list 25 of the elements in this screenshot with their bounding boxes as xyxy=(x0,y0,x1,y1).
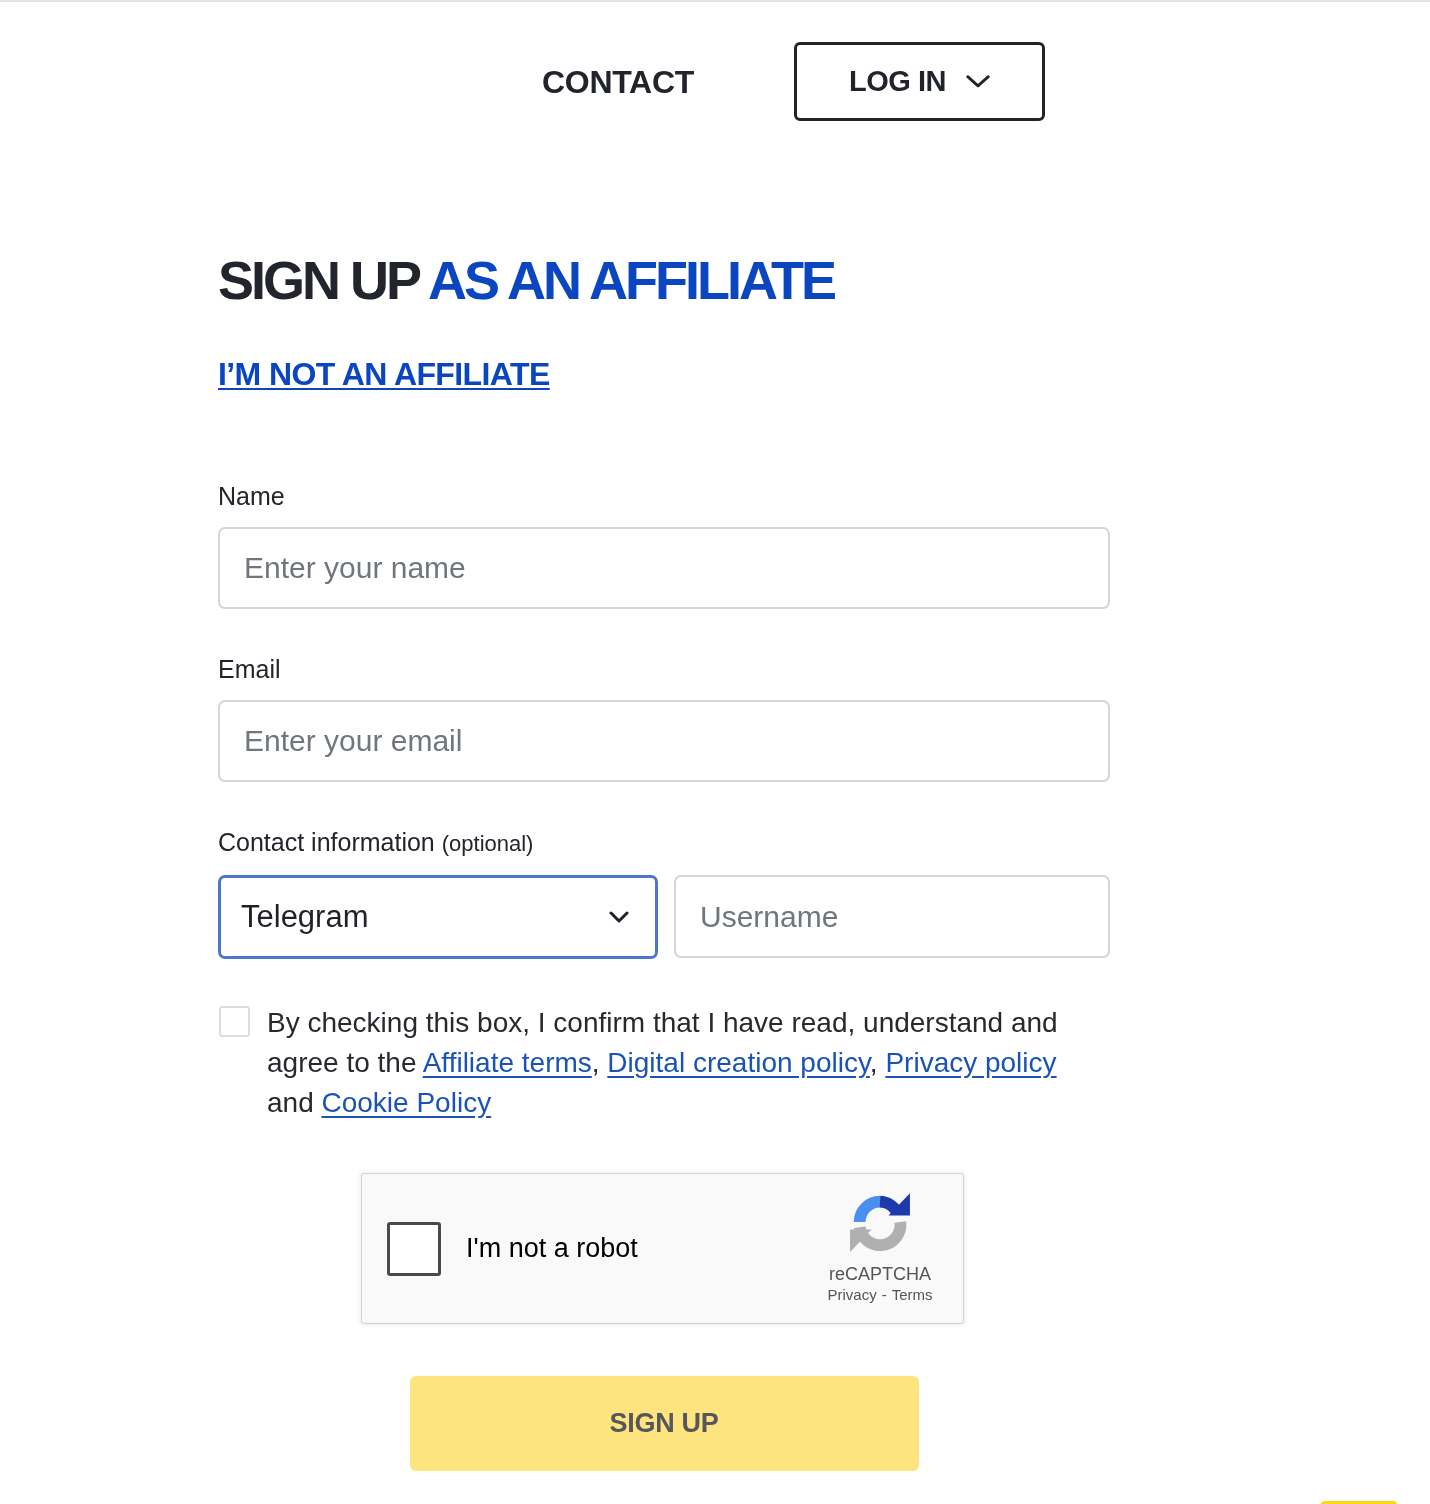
nav-link[interactable]: CONTACT xyxy=(542,62,694,101)
consent-text: By checking this box, I confirm that I have read, understand and agree to the Affiliate terms, Digital creation policy, Privacy policy and Cookie Policy xyxy=(267,1006,1059,1120)
policy-link[interactable]: Affiliate terms xyxy=(422,1047,592,1078)
input-field[interactable]: Enter your name xyxy=(218,527,1110,609)
policy-link[interactable]: Cookie Policy xyxy=(321,1087,492,1118)
username-field[interactable]: Username xyxy=(674,875,1110,958)
page-heading: SIGN UP AS AN AFFILIATE xyxy=(218,250,835,310)
messenger-select[interactable]: Telegram xyxy=(218,875,658,959)
field-label: Email xyxy=(218,654,281,684)
input-field[interactable]: Enter your email xyxy=(218,700,1110,782)
chevron-down-icon xyxy=(965,75,990,88)
captcha-label: I'm not a robot xyxy=(466,1233,638,1264)
consent-checkbox[interactable] xyxy=(219,1006,250,1037)
link-separator: - xyxy=(881,1284,887,1305)
policy-link[interactable]: Digital creation policy xyxy=(607,1047,870,1078)
captcha-brand: reCAPTCHA xyxy=(829,1262,931,1285)
captcha-checkbox[interactable] xyxy=(387,1221,441,1276)
field-label: Contact information (optional) xyxy=(218,827,534,858)
login-button[interactable]: LOG IN xyxy=(793,42,1045,121)
captcha-link[interactable]: Privacy xyxy=(827,1284,877,1305)
policy-link[interactable]: Privacy policy xyxy=(885,1047,1057,1078)
chevron-down-icon xyxy=(609,911,629,923)
captcha-link[interactable]: Terms xyxy=(891,1284,933,1305)
not-affiliate-link[interactable]: I’M NOT AN AFFILIATE xyxy=(218,355,550,393)
field-label: Name xyxy=(218,481,285,511)
